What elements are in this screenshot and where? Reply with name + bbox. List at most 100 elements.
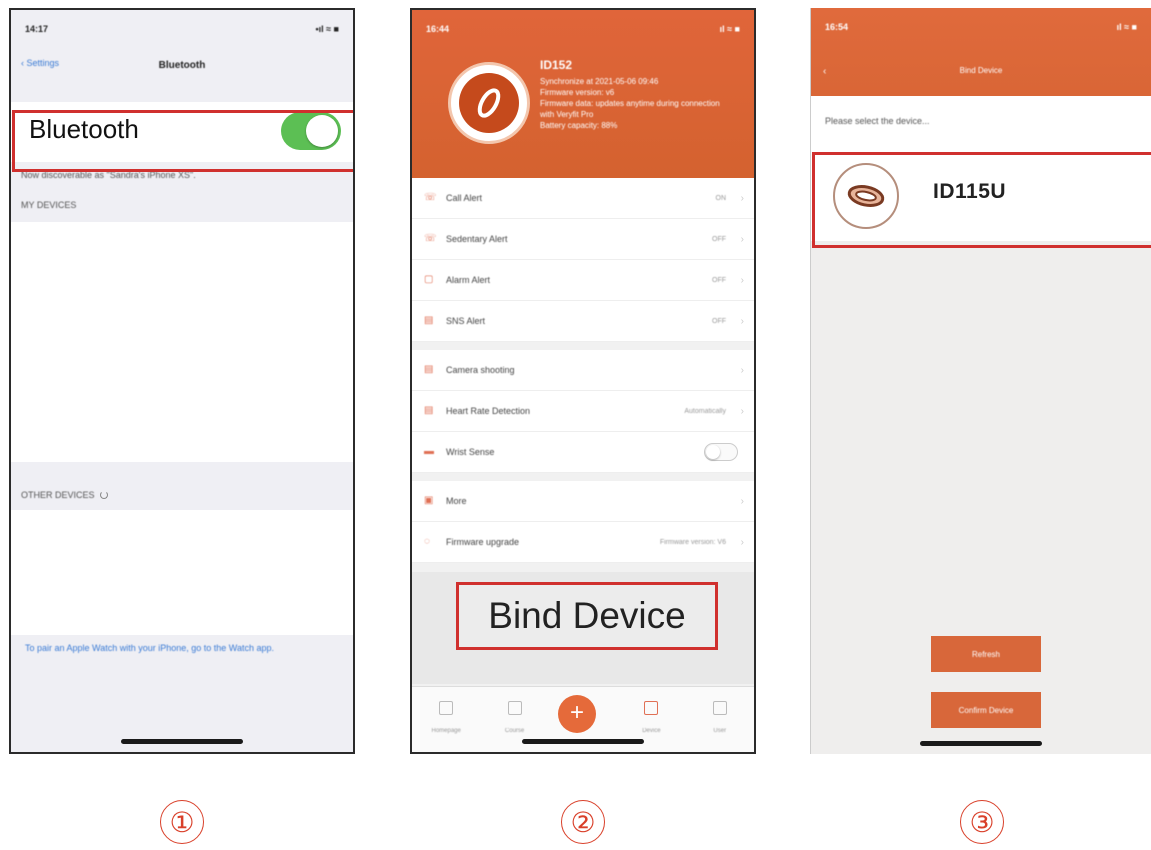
chevron-right-icon: ›: [740, 315, 744, 327]
home-indicator: [920, 741, 1042, 746]
user-icon: [712, 701, 727, 715]
other-devices-label: OTHER DEVICES: [21, 490, 95, 500]
tab-user[interactable]: User: [695, 701, 745, 737]
menu-item[interactable]: ▤ Camera shooting ›: [412, 350, 754, 391]
bind-device-button[interactable]: Bind Device: [456, 582, 718, 650]
tab-add[interactable]: +: [557, 695, 608, 733]
menu-item[interactable]: ◌ Firmware upgrade Firmware version: V6 ›: [412, 522, 754, 563]
status-time: 16:54: [825, 22, 849, 32]
menu-item[interactable]: ▤ SNS Alert OFF ›: [412, 301, 754, 342]
heart-rate-icon: ▤: [424, 405, 434, 416]
menu-item-label: Sedentary Alert: [446, 234, 508, 244]
status-icons: •ıl ≈ ■: [315, 24, 339, 34]
device-info-line: Firmware version: v6: [540, 88, 615, 97]
menu-item[interactable]: ▣ More ›: [412, 481, 754, 522]
tab-homepage[interactable]: Homepage: [421, 701, 471, 737]
menu-item[interactable]: ▬ Wrist Sense: [412, 432, 754, 473]
highlight-box: [812, 152, 1151, 248]
select-prompt-row: Please select the device...: [811, 96, 1151, 146]
device-info-line: with Veryfit Pro: [540, 110, 594, 119]
chevron-right-icon: ›: [740, 233, 744, 245]
status-icons: ıl ≈ ■: [1116, 22, 1137, 32]
sns-icon: ▤: [424, 315, 434, 326]
status-bar: 14:17 •ıl ≈ ■: [11, 10, 353, 48]
menu-item-value: Automatically: [684, 407, 726, 415]
other-devices-list: [11, 510, 353, 635]
navigation-bar: ‹ Settings Bluetooth: [11, 48, 353, 82]
tab-label: Homepage: [431, 728, 461, 734]
menu-item[interactable]: ▢ Alarm Alert OFF ›: [412, 260, 754, 301]
back-button[interactable]: ‹ Settings: [21, 58, 59, 68]
step-marker-2: ②: [561, 800, 605, 844]
status-time: 16:44: [426, 24, 450, 34]
confirm-device-button[interactable]: Confirm Device: [931, 692, 1041, 728]
menu-item[interactable]: ☏ Call Alert ON ›: [412, 178, 754, 219]
back-label: Settings: [26, 58, 60, 68]
firmware-icon: ◌: [424, 536, 430, 547]
phone-screen-bind-device: 16:54 ıl ≈ ■ ‹ Bind Device Please select…: [810, 8, 1151, 754]
home-indicator: [522, 739, 644, 744]
menu-group: ▣ More › ◌ Firmware upgrade Firmware version:…: [412, 481, 754, 563]
step-marker-1: ①: [160, 800, 204, 844]
page-title: Bluetooth: [158, 59, 206, 71]
footer-text[interactable]: To pair an Apple Watch with your iPhone,…: [25, 642, 325, 654]
status-icons: ıl ≈ ■: [719, 24, 740, 34]
add-icon: +: [557, 695, 596, 733]
refresh-label: Refresh: [971, 649, 1000, 659]
select-prompt: Please select the device...: [825, 116, 930, 126]
tab-course[interactable]: Course: [490, 701, 540, 737]
menu-item[interactable]: ☏ Sedentary Alert OFF ›: [412, 219, 754, 260]
menu-group: ☏ Call Alert ON › ☏ Sedentary Alert OFF › ▢ Alarm…: [412, 178, 754, 342]
device-header: 16:44 ıl ≈ ■ ID152 Synchronize at 2021-0…: [412, 10, 754, 178]
chevron-right-icon: ›: [740, 495, 744, 507]
menu-item-label: Wrist Sense: [446, 447, 495, 457]
device-info-line: Synchronize at 2021-05-06 09:46: [540, 77, 659, 86]
menu-item-value: Firmware version: V6: [659, 538, 726, 546]
tab-label: Device: [642, 728, 661, 734]
sedentary-icon: ☏: [424, 233, 437, 244]
menu-item-value: ON: [715, 194, 727, 202]
camera-icon: ▤: [424, 364, 434, 375]
highlight-box: [12, 110, 353, 172]
chevron-right-icon: ›: [740, 192, 744, 204]
tab-label: Course: [504, 728, 525, 734]
menu-item-label: Firmware upgrade: [446, 537, 520, 547]
home-indicator: [121, 739, 243, 744]
step-marker-3: ③: [960, 800, 1004, 844]
chevron-right-icon: ›: [740, 405, 744, 417]
bind-area: Bind Device: [412, 572, 754, 684]
device-info-line: Firmware data: updates anytime during co…: [540, 99, 720, 108]
device-info-line: Battery capacity: 88%: [540, 121, 618, 130]
more-icon: ▣: [424, 495, 434, 506]
status-bar: 16:54 ıl ≈ ■: [811, 8, 1151, 46]
other-devices-header: OTHER DEVICES: [21, 490, 108, 500]
confirm-label: Confirm Device: [958, 705, 1014, 715]
bind-device-label: Bind Device: [488, 595, 686, 636]
chevron-right-icon: ›: [740, 274, 744, 286]
phone-screen-device-settings: 16:44 ıl ≈ ■ ID152 Synchronize at 2021-0…: [410, 8, 756, 754]
status-time: 14:17: [25, 24, 49, 34]
wrist-icon: ▬: [424, 446, 434, 457]
device-icon: [644, 701, 659, 715]
menu-item-label: More: [446, 496, 467, 506]
menu-item-value: OFF: [712, 317, 726, 325]
page-title: Bind Device: [959, 66, 1003, 75]
my-devices-list: [11, 222, 353, 462]
tab-device[interactable]: Device: [626, 701, 676, 737]
menu-item-value: OFF: [712, 276, 726, 284]
menu-item-label: Camera shooting: [446, 365, 515, 375]
menu-item-label: Alarm Alert: [446, 275, 491, 285]
phone-icon: ☏: [424, 192, 437, 203]
status-bar: 16:44 ıl ≈ ■: [412, 10, 754, 48]
menu-group: ▤ Camera shooting › ▤ Heart Rate Detection Au…: [412, 350, 754, 473]
spinner-icon: [99, 491, 108, 499]
refresh-button[interactable]: Refresh: [931, 636, 1041, 672]
wrist-sense-toggle[interactable]: [704, 443, 738, 461]
home-icon: [439, 701, 454, 715]
device-info: Synchronize at 2021-05-06 09:46 Firmware …: [540, 76, 720, 131]
menu-item-value: OFF: [712, 235, 726, 243]
menu-item[interactable]: ▤ Heart Rate Detection Automatically ›: [412, 391, 754, 432]
my-devices-header: MY DEVICES: [21, 200, 77, 210]
alarm-icon: ▢: [424, 274, 434, 285]
menu-item-label: Heart Rate Detection: [446, 406, 531, 416]
